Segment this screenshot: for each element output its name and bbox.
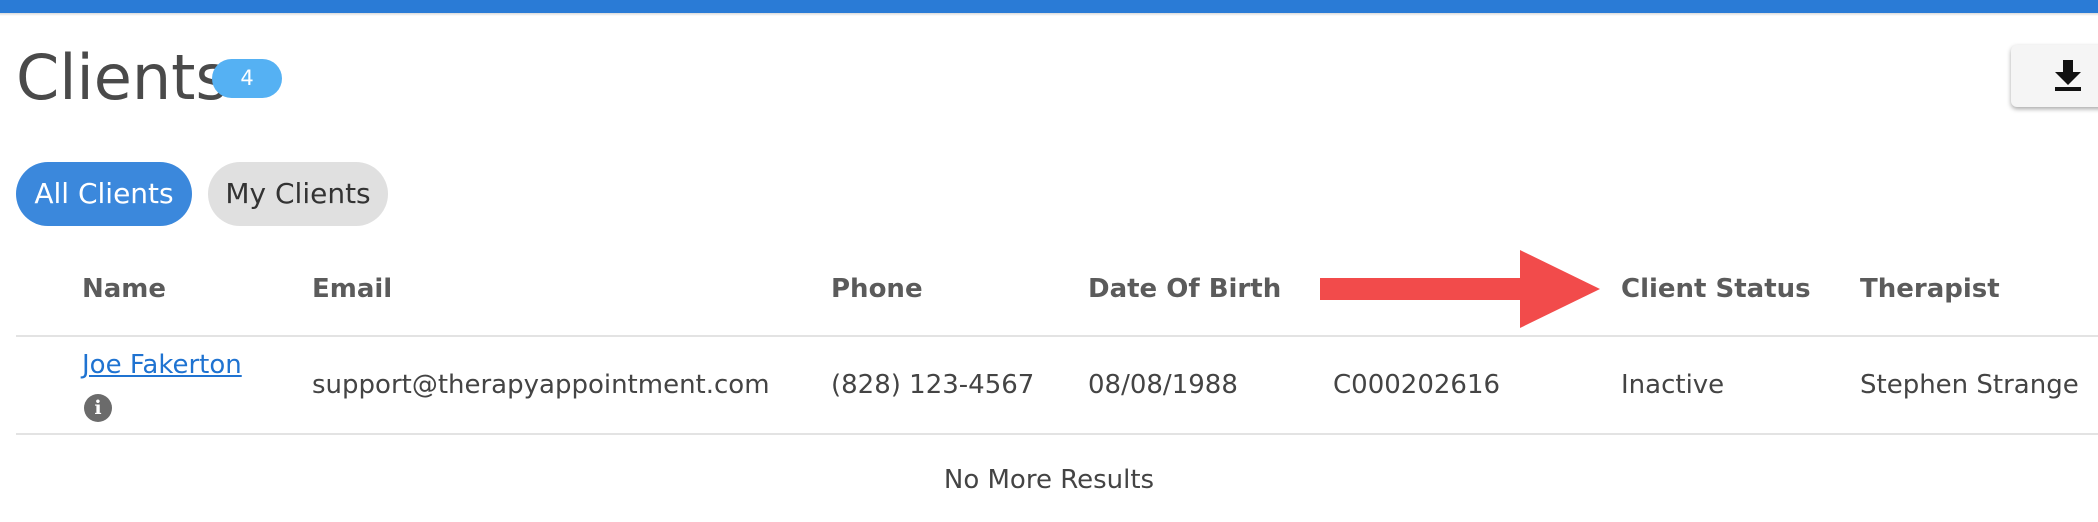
client-email: support@therapyappointment.com — [312, 370, 770, 400]
download-button[interactable] — [2011, 45, 2098, 107]
top-app-bar — [0, 0, 2098, 13]
client-status: Inactive — [1621, 370, 1725, 400]
client-name-link[interactable]: Joe Fakerton — [82, 348, 242, 382]
no-more-results: No More Results — [943, 465, 1155, 495]
page-title: Clients — [16, 41, 228, 114]
column-header-name[interactable]: Name — [82, 272, 166, 306]
info-icon[interactable]: i — [84, 394, 112, 422]
client-phone: (828) 123-4567 — [831, 370, 1035, 400]
header-divider — [16, 335, 2098, 337]
top-bar-shadow — [0, 13, 2098, 16]
client-count-badge: 4 — [212, 59, 282, 98]
client-account-number: C000202616 — [1333, 370, 1501, 400]
column-header-date-of-birth[interactable]: Date Of Birth — [1088, 272, 1281, 306]
column-header-phone[interactable]: Phone — [831, 272, 923, 306]
client-dob: 08/08/1988 — [1088, 370, 1238, 400]
column-header-client-status[interactable]: Client Status — [1621, 272, 1811, 306]
download-icon — [2055, 60, 2081, 91]
column-header-email[interactable]: Email — [312, 272, 392, 306]
red-arrow-annotation — [1320, 250, 1600, 328]
client-therapist: Stephen Strange — [1860, 370, 2079, 400]
tab-all-clients[interactable]: All Clients — [16, 162, 192, 226]
tab-my-clients[interactable]: My Clients — [208, 162, 388, 226]
column-header-therapist[interactable]: Therapist — [1860, 272, 2000, 306]
row-divider — [16, 433, 2098, 435]
